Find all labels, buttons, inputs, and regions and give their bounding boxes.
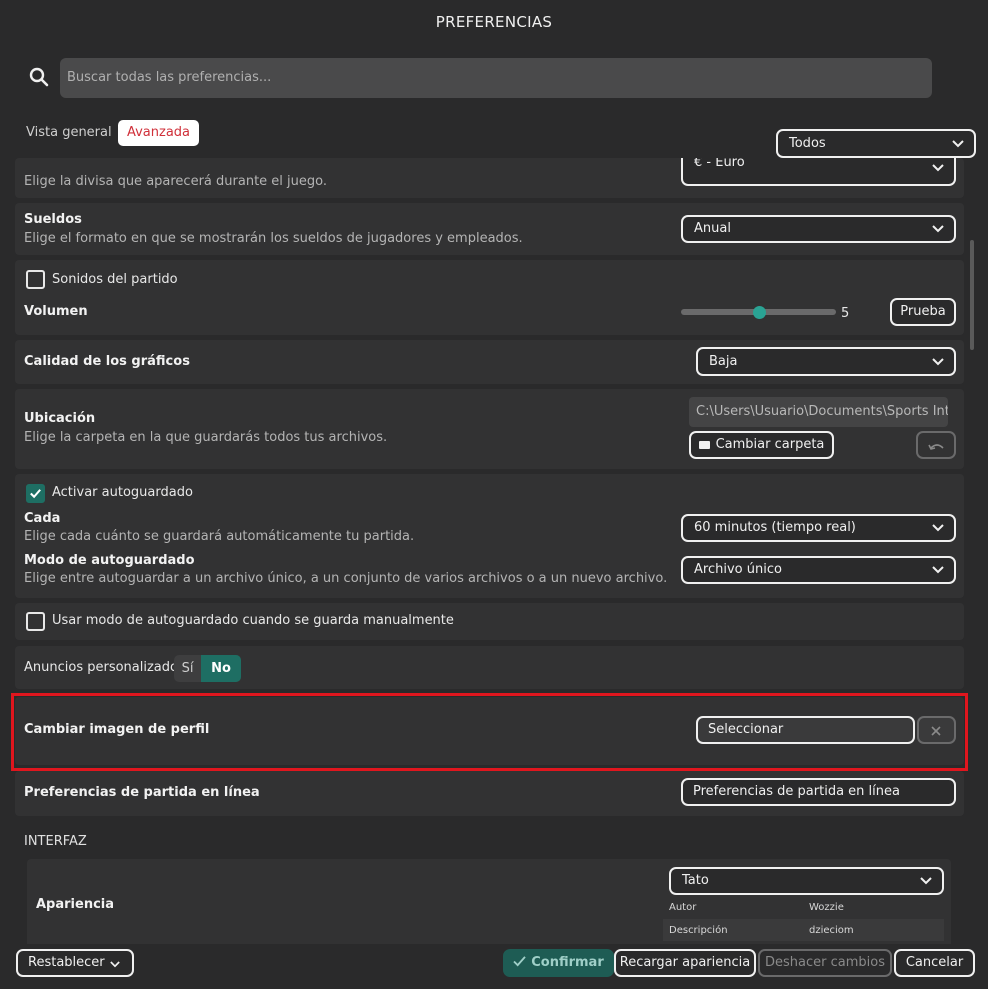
undo-changes-button[interactable]: Deshacer cambios xyxy=(758,949,892,977)
graphics-label: Calidad de los gráficos xyxy=(24,354,190,369)
section-interface: INTERFAZ xyxy=(24,834,87,849)
chevron-down-icon xyxy=(920,877,932,885)
tab-advanced[interactable]: Avanzada xyxy=(118,120,199,146)
volume-value: 5 xyxy=(841,306,850,321)
chevron-down-icon xyxy=(932,164,944,172)
confirm-button[interactable]: Confirmar xyxy=(503,949,614,977)
reset-folder-button[interactable] xyxy=(916,431,956,459)
ads-no-option[interactable]: No xyxy=(201,655,241,682)
setting-ads: Anuncios personalizados Sí No xyxy=(15,646,964,689)
salaries-label: Sueldos xyxy=(24,212,82,227)
scrollbar[interactable] xyxy=(970,240,974,350)
online-label: Preferencias de partida en línea xyxy=(24,785,260,800)
appearance-desc-value: dzieciom xyxy=(809,925,854,936)
currency-value: € - Euro xyxy=(694,158,745,170)
check-icon xyxy=(30,489,41,499)
search-input[interactable]: Buscar todas las preferencias... xyxy=(60,58,932,98)
setting-autosave: Activar autoguardado Cada Elige cada cuá… xyxy=(15,474,964,598)
highlight-box xyxy=(11,693,968,771)
location-label: Ubicación xyxy=(24,411,96,426)
filter-value: Todos xyxy=(789,136,826,151)
volume-label: Volumen xyxy=(24,304,88,319)
check-icon xyxy=(513,956,526,967)
autosave-mode-dropdown[interactable]: Archivo único xyxy=(681,556,956,584)
change-folder-label: Cambiar carpeta xyxy=(715,437,825,452)
undo-icon xyxy=(928,444,944,450)
setting-appearance: Apariencia Tato Autor Wozzie Descripción… xyxy=(27,859,951,944)
salaries-value: Anual xyxy=(694,221,731,236)
chevron-down-icon xyxy=(932,225,944,233)
graphics-dropdown[interactable]: Baja xyxy=(696,347,956,376)
appearance-author-value: Wozzie xyxy=(809,902,844,913)
manual-autosave-label: Usar modo de autoguardado cuando se guar… xyxy=(52,613,454,628)
chevron-down-icon xyxy=(932,566,944,574)
salaries-dropdown[interactable]: Anual xyxy=(681,215,956,243)
reset-label: Restablecer xyxy=(28,955,105,970)
chevron-down-icon xyxy=(932,357,944,365)
setting-salaries: Sueldos Elige el formato en que se mostr… xyxy=(15,203,964,255)
salaries-desc: Elige el formato en que se mostrarán los… xyxy=(24,231,523,246)
sound-checkbox[interactable] xyxy=(26,270,45,289)
online-preferences-button[interactable]: Preferencias de partida en línea xyxy=(681,778,956,806)
currency-desc: Elige la divisa que aparecerá durante el… xyxy=(24,174,327,189)
autosave-mode-label: Modo de autoguardado xyxy=(24,553,195,568)
autosave-every-dropdown[interactable]: 60 minutos (tiempo real) xyxy=(681,514,956,542)
appearance-desc-key: Descripción xyxy=(669,925,728,936)
window-title: PREFERENCIAS xyxy=(435,13,553,31)
setting-sound: Sonidos del partido Volumen 5 Prueba xyxy=(15,260,964,335)
manual-autosave-checkbox[interactable] xyxy=(26,612,45,631)
change-folder-button[interactable]: Cambiar carpeta xyxy=(689,431,834,459)
location-path-field[interactable]: C:\Users\Usuario\Documents\Sports Int... xyxy=(689,397,948,427)
setting-location: Ubicación Elige la carpeta en la que gua… xyxy=(15,389,964,469)
autosave-every-desc: Elige cada cuánto se guardará automática… xyxy=(24,529,415,544)
setting-graphics: Calidad de los gráficos Baja xyxy=(15,340,964,384)
autosave-mode-desc: Elige entre autoguardar a un archivo úni… xyxy=(24,571,668,586)
ads-label: Anuncios personalizados xyxy=(24,660,185,675)
cancel-button[interactable]: Cancelar xyxy=(894,949,975,977)
appearance-value: Tato xyxy=(682,873,709,888)
autosave-mode-value: Archivo único xyxy=(694,562,782,577)
chevron-down-icon xyxy=(932,524,944,532)
appearance-label: Apariencia xyxy=(36,897,115,912)
ads-toggle[interactable]: Sí No xyxy=(174,655,241,682)
setting-manual-autosave: Usar modo de autoguardado cuando se guar… xyxy=(15,603,964,640)
setting-currency: Elige la divisa que aparecerá durante el… xyxy=(15,158,964,198)
location-desc: Elige la carpeta en la que guardarás tod… xyxy=(24,430,388,445)
settings-list[interactable]: Elige la divisa que aparecerá durante el… xyxy=(0,158,988,944)
sound-checkbox-label: Sonidos del partido xyxy=(52,272,178,287)
currency-dropdown[interactable]: € - Euro xyxy=(681,158,956,186)
filter-dropdown[interactable]: Todos xyxy=(776,129,976,158)
search-icon xyxy=(29,67,49,87)
autosave-every-label: Cada xyxy=(24,511,61,526)
chevron-down-icon xyxy=(952,139,964,147)
appearance-author-key: Autor xyxy=(669,902,697,913)
reset-button[interactable]: Restablecer xyxy=(16,949,134,977)
setting-online: Preferencias de partida en línea Prefere… xyxy=(15,771,964,816)
ads-yes-option[interactable]: Sí xyxy=(174,655,201,682)
confirm-label: Confirmar xyxy=(531,955,604,970)
graphics-value: Baja xyxy=(709,354,738,369)
appearance-dropdown[interactable]: Tato xyxy=(669,867,944,895)
test-sound-button[interactable]: Prueba xyxy=(890,298,956,326)
reload-appearance-button[interactable]: Recargar apariencia xyxy=(614,949,756,977)
volume-thumb[interactable] xyxy=(752,306,766,319)
folder-icon xyxy=(698,440,710,449)
chevron-down-icon xyxy=(110,961,120,968)
autosave-every-value: 60 minutos (tiempo real) xyxy=(694,520,856,535)
volume-slider[interactable] xyxy=(681,306,836,319)
tab-general[interactable]: Vista general xyxy=(26,120,112,146)
autosave-checkbox-label: Activar autoguardado xyxy=(52,485,193,500)
autosave-checkbox[interactable] xyxy=(26,484,45,503)
